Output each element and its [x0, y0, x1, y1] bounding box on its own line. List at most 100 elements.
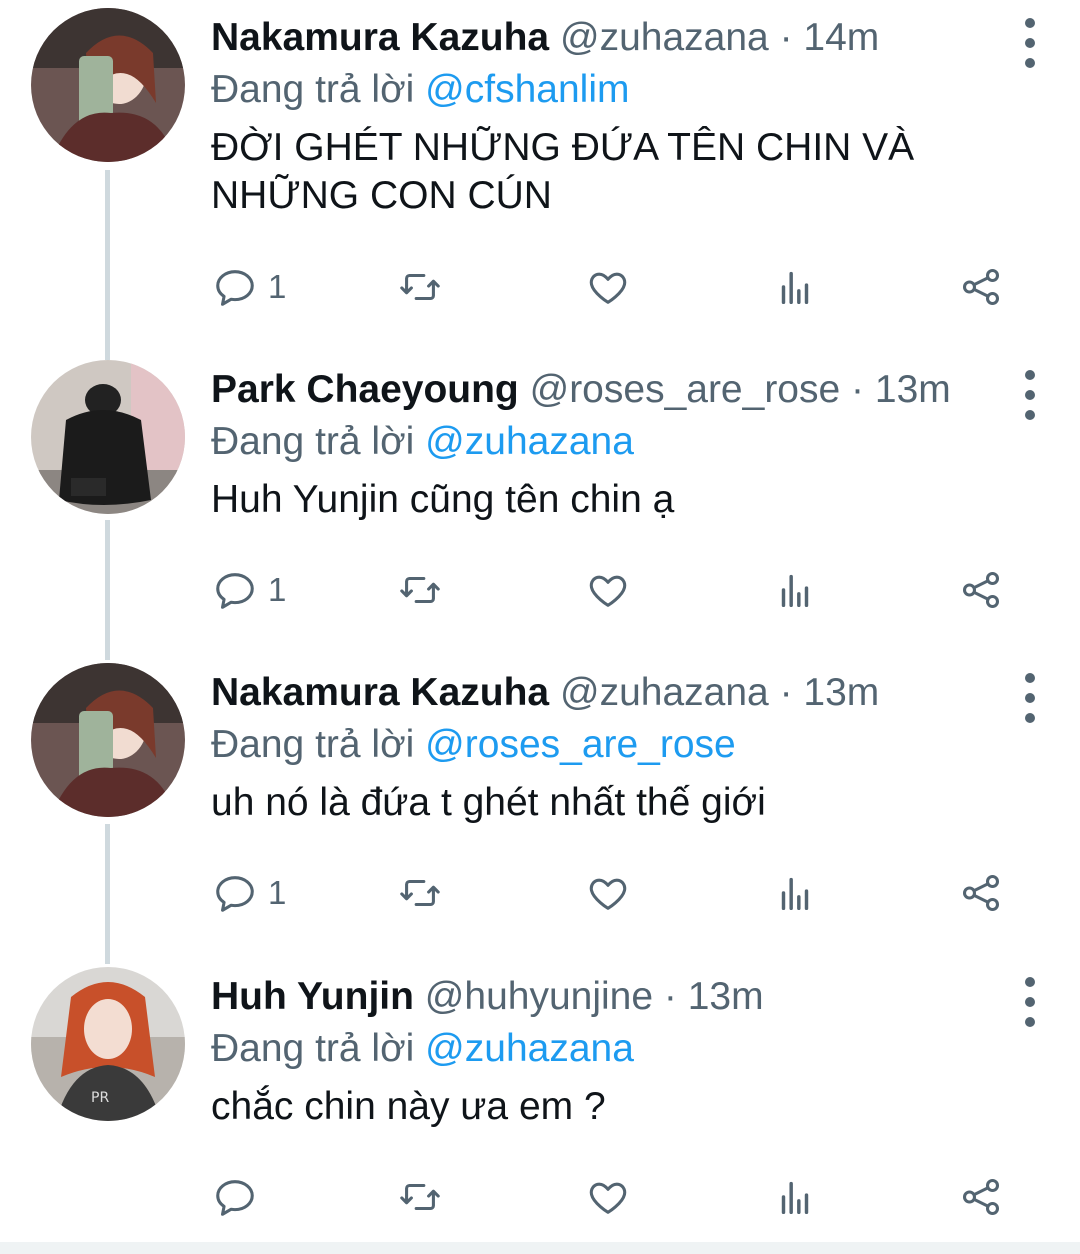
reply-prefix: Đang trả lời: [211, 420, 415, 463]
handle[interactable]: @zuhazana: [560, 16, 769, 59]
reply-context: Đang trả lời @zuhazana: [211, 1025, 634, 1073]
retweet-icon: [400, 576, 440, 604]
tweet-header: Nakamura Kazuha @zuhazana · 13m: [211, 669, 970, 717]
analytics-button[interactable]: [772, 868, 818, 918]
mention-link[interactable]: @zuhazana: [425, 1027, 634, 1070]
timestamp[interactable]: 14m: [803, 16, 879, 59]
tweet-actions: 1: [200, 262, 1020, 312]
display-name[interactable]: Nakamura Kazuha: [211, 16, 549, 59]
reply-button[interactable]: 1: [212, 262, 286, 312]
share-button[interactable]: [958, 565, 1004, 615]
reply-count: 1: [268, 571, 287, 608]
analytics-icon: [781, 877, 809, 911]
like-button[interactable]: [585, 262, 631, 312]
retweet-button[interactable]: [397, 1172, 443, 1222]
reply-icon: [216, 1180, 254, 1216]
analytics-button[interactable]: [772, 565, 818, 615]
share-button[interactable]: [958, 262, 1004, 312]
reply-icon: [216, 876, 254, 912]
like-button[interactable]: [585, 868, 631, 918]
tweet-text: chắc chin này ưa em ?: [211, 1085, 606, 1128]
share-button[interactable]: [958, 1172, 1004, 1222]
retweet-button[interactable]: [397, 565, 443, 615]
analytics-icon: [781, 1181, 809, 1215]
reply-prefix: Đang trả lời: [211, 1027, 415, 1070]
display-name[interactable]: Nakamura Kazuha: [211, 671, 549, 714]
analytics-button[interactable]: [772, 262, 818, 312]
reply-prefix: Đang trả lời: [211, 68, 415, 111]
retweet-icon: [400, 1183, 440, 1211]
like-icon: [589, 1182, 627, 1214]
like-button[interactable]: [585, 565, 631, 615]
share-icon: [962, 874, 1000, 912]
avatar-image: [31, 8, 185, 162]
mention-link[interactable]: @roses_are_rose: [425, 723, 736, 766]
timestamp[interactable]: 13m: [688, 975, 764, 1018]
like-icon: [589, 878, 627, 910]
share-icon: [962, 268, 1000, 306]
mention-link[interactable]: @cfshanlim: [425, 68, 629, 111]
tweet-header: Nakamura Kazuha @zuhazana · 14m: [211, 14, 970, 62]
reply-button[interactable]: [212, 1172, 268, 1222]
avatar[interactable]: [31, 8, 185, 162]
tweet-text: uh nó là đứa t ghét nhất thế giới: [211, 781, 766, 824]
retweet-button[interactable]: [397, 262, 443, 312]
tweet[interactable]: PR Huh Yunjin @huhyunjine · 13m Đang trả…: [0, 959, 1080, 1249]
share-icon: [962, 571, 1000, 609]
reply-count: 1: [268, 268, 287, 305]
avatar[interactable]: PR: [31, 967, 185, 1121]
reply-context: Đang trả lời @zuhazana: [211, 418, 634, 466]
share-icon: [962, 1178, 1000, 1216]
separator: ·: [851, 368, 865, 411]
display-name[interactable]: Park Chaeyoung: [211, 368, 519, 411]
tweet-actions: [200, 1172, 1020, 1222]
reply-count: 1: [268, 874, 287, 911]
separator: ·: [663, 975, 677, 1018]
avatar-image: [31, 663, 185, 817]
reply-icon: [216, 270, 254, 306]
reply-button[interactable]: 1: [212, 565, 286, 615]
more-icon[interactable]: [1024, 370, 1036, 420]
avatar[interactable]: [31, 360, 185, 514]
reply-button[interactable]: 1: [212, 868, 286, 918]
tweet-actions: 1: [200, 868, 1020, 918]
tweet-text: ĐỜI GHÉT NHỮNG ĐỨA TÊN CHIN VÀ NHỮNG CON…: [211, 126, 915, 217]
tweet-actions: 1: [200, 565, 1020, 615]
mention-link[interactable]: @zuhazana: [425, 420, 634, 463]
separator: ·: [779, 16, 793, 59]
handle[interactable]: @roses_are_rose: [530, 368, 841, 411]
like-icon: [589, 575, 627, 607]
svg-text:PR: PR: [91, 1090, 109, 1106]
tweet-text: Huh Yunjin cũng tên chin ạ: [211, 478, 675, 521]
more-icon[interactable]: [1024, 977, 1036, 1027]
separator: ·: [779, 671, 793, 714]
reply-context: Đang trả lời @cfshanlim: [211, 66, 629, 114]
tweet-header: Huh Yunjin @huhyunjine · 13m: [211, 973, 970, 1021]
share-button[interactable]: [958, 868, 1004, 918]
reply-prefix: Đang trả lời: [211, 723, 415, 766]
bottom-divider: [0, 1242, 1080, 1254]
tweet[interactable]: Park Chaeyoung @roses_are_rose · 13m Đan…: [0, 352, 1080, 652]
more-icon[interactable]: [1024, 18, 1036, 68]
avatar-image: PR: [31, 967, 185, 1121]
tweet[interactable]: Nakamura Kazuha @zuhazana · 14m Đang trả…: [0, 0, 1080, 330]
like-icon: [589, 272, 627, 304]
avatar-image: [31, 360, 185, 514]
display-name[interactable]: Huh Yunjin: [211, 975, 414, 1018]
like-button[interactable]: [585, 1172, 631, 1222]
handle[interactable]: @zuhazana: [560, 671, 769, 714]
analytics-icon: [781, 271, 809, 305]
tweet-header: Park Chaeyoung @roses_are_rose · 13m: [211, 366, 970, 414]
avatar[interactable]: [31, 663, 185, 817]
retweet-icon: [400, 879, 440, 907]
more-icon[interactable]: [1024, 673, 1036, 723]
reply-context: Đang trả lời @roses_are_rose: [211, 721, 736, 769]
tweet[interactable]: Nakamura Kazuha @zuhazana · 13m Đang trả…: [0, 655, 1080, 955]
timestamp[interactable]: 13m: [803, 671, 879, 714]
handle[interactable]: @huhyunjine: [425, 975, 653, 1018]
retweet-icon: [400, 273, 440, 301]
timestamp[interactable]: 13m: [875, 368, 951, 411]
reply-icon: [216, 573, 254, 609]
analytics-button[interactable]: [772, 1172, 818, 1222]
retweet-button[interactable]: [397, 868, 443, 918]
